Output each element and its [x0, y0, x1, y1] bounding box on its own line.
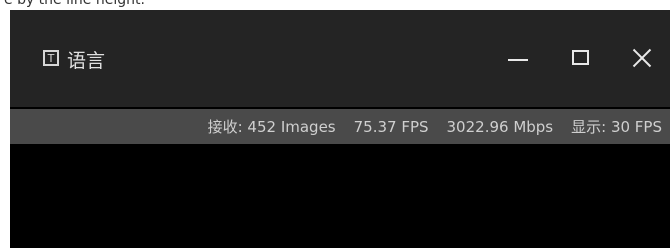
- video-display-area: [10, 144, 670, 248]
- title-bar: T 语言: [10, 10, 670, 107]
- minimize-icon[interactable]: [504, 44, 534, 74]
- status-items: 接收: 452 Images 75.37 FPS 3022.96 Mbps 显示…: [208, 109, 662, 144]
- maximize-icon[interactable]: [567, 44, 597, 74]
- received-count: 接收: 452 Images: [207, 118, 336, 136]
- top-caption: e by the line height.: [4, 0, 145, 8]
- language-icon[interactable]: T: [43, 50, 59, 66]
- window-title: 语言: [67, 50, 106, 72]
- display-fps: 显示: 30 FPS: [571, 118, 662, 136]
- language-icon-glyph: T: [47, 51, 55, 65]
- bandwidth: 3022.96 Mbps: [446, 117, 554, 136]
- top-caption-strip: e by the line height.: [0, 0, 670, 10]
- status-bar: 接收: 452 Images 75.37 FPS 3022.96 Mbps 显示…: [10, 109, 670, 144]
- app-window: T 语言 接收: 452 Images 75.37 FPS 3022.96 Mb…: [10, 10, 670, 248]
- receive-fps: 75.37 FPS: [353, 117, 429, 136]
- close-icon[interactable]: [628, 44, 658, 74]
